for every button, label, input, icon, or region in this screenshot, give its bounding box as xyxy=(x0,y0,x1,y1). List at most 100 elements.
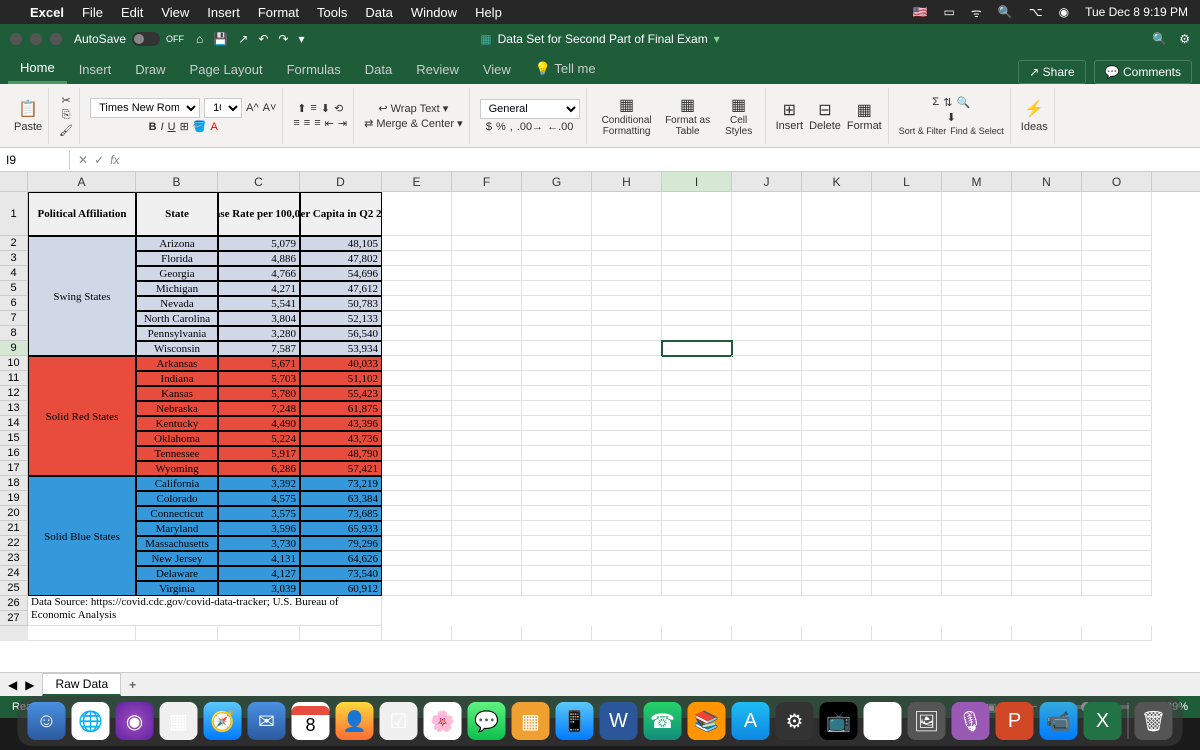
cell-G17[interactable] xyxy=(522,461,592,476)
cell-M10[interactable] xyxy=(942,356,1012,371)
cell-M16[interactable] xyxy=(942,446,1012,461)
col-header-B[interactable]: B xyxy=(136,172,218,191)
title-dropdown-icon[interactable]: ▾ xyxy=(714,32,720,46)
cell-N14[interactable] xyxy=(1012,416,1082,431)
cell-H18[interactable] xyxy=(592,476,662,491)
cell-M23[interactable] xyxy=(942,551,1012,566)
gdp-cell[interactable]: 60,912 xyxy=(300,581,382,596)
cell-M3[interactable] xyxy=(942,251,1012,266)
cell-I1[interactable] xyxy=(662,192,732,236)
cell-E17[interactable] xyxy=(382,461,452,476)
cell-O20[interactable] xyxy=(1082,506,1152,521)
cell-E11[interactable] xyxy=(382,371,452,386)
finder-icon[interactable]: ☺ xyxy=(28,702,66,740)
cell-H13[interactable] xyxy=(592,401,662,416)
cell-N9[interactable] xyxy=(1012,341,1082,356)
cell-F24[interactable] xyxy=(452,566,522,581)
font-size-select[interactable]: 10 xyxy=(204,98,242,118)
cell-N18[interactable] xyxy=(1012,476,1082,491)
col-header-D[interactable]: D xyxy=(300,172,382,191)
cell-E16[interactable] xyxy=(382,446,452,461)
cell-H17[interactable] xyxy=(592,461,662,476)
cell-F17[interactable] xyxy=(452,461,522,476)
cell-F20[interactable] xyxy=(452,506,522,521)
row-header-2[interactable]: 2 xyxy=(0,236,28,251)
cell-J3[interactable] xyxy=(732,251,802,266)
orientation-icon[interactable]: ⟲ xyxy=(334,102,343,115)
cell-O17[interactable] xyxy=(1082,461,1152,476)
cell-I24[interactable] xyxy=(662,566,732,581)
cell-D27[interactable] xyxy=(300,626,382,641)
menu-data[interactable]: Data xyxy=(365,5,392,20)
safari-icon[interactable]: 🧭 xyxy=(204,702,242,740)
cell-M7[interactable] xyxy=(942,311,1012,326)
cell-F2[interactable] xyxy=(452,236,522,251)
cell-O24[interactable] xyxy=(1082,566,1152,581)
cell-M14[interactable] xyxy=(942,416,1012,431)
row-header-11[interactable]: 11 xyxy=(0,371,28,386)
cell-K10[interactable] xyxy=(802,356,872,371)
sheet-tab-raw-data[interactable]: Raw Data xyxy=(42,673,121,696)
cell-I12[interactable] xyxy=(662,386,732,401)
cell-N27[interactable] xyxy=(1012,626,1082,641)
cell-N12[interactable] xyxy=(1012,386,1082,401)
cell-F22[interactable] xyxy=(452,536,522,551)
cell-F19[interactable] xyxy=(452,491,522,506)
cell-O14[interactable] xyxy=(1082,416,1152,431)
autosave-toggle[interactable] xyxy=(132,32,160,46)
row-header-5[interactable]: 5 xyxy=(0,281,28,296)
cell-F5[interactable] xyxy=(452,281,522,296)
cell-M20[interactable] xyxy=(942,506,1012,521)
cell-K16[interactable] xyxy=(802,446,872,461)
row-header-4[interactable]: 4 xyxy=(0,266,28,281)
cell-G12[interactable] xyxy=(522,386,592,401)
cell-G3[interactable] xyxy=(522,251,592,266)
cell-K18[interactable] xyxy=(802,476,872,491)
cell-E27[interactable] xyxy=(382,626,452,641)
currency-icon[interactable]: $ xyxy=(486,121,492,133)
word-icon[interactable]: W xyxy=(600,702,638,740)
cell-J17[interactable] xyxy=(732,461,802,476)
rate-cell[interactable]: 5,079 xyxy=(218,236,300,251)
align-center-icon[interactable]: ≡ xyxy=(304,117,310,129)
format-cells-icon[interactable]: ▦ xyxy=(847,100,882,120)
cell-G13[interactable] xyxy=(522,401,592,416)
cell-J8[interactable] xyxy=(732,326,802,341)
state-cell[interactable]: Pennsylvania xyxy=(136,326,218,341)
cell-C27[interactable] xyxy=(218,626,300,641)
row-header-22[interactable]: 22 xyxy=(0,536,28,551)
appletv-icon[interactable]: 📺 xyxy=(820,702,858,740)
cell-O22[interactable] xyxy=(1082,536,1152,551)
cell-G16[interactable] xyxy=(522,446,592,461)
cell-G27[interactable] xyxy=(522,626,592,641)
cell-O5[interactable] xyxy=(1082,281,1152,296)
cell-F23[interactable] xyxy=(452,551,522,566)
cell-N10[interactable] xyxy=(1012,356,1082,371)
cell-E14[interactable] xyxy=(382,416,452,431)
cell-J9[interactable] xyxy=(732,341,802,356)
cell-E1[interactable] xyxy=(382,192,452,236)
state-cell[interactable]: Massachusetts xyxy=(136,536,218,551)
format-as-table-icon[interactable]: ▦ xyxy=(663,95,713,115)
sheet-nav-next-icon[interactable]: ▶ xyxy=(25,678,34,692)
cell-O23[interactable] xyxy=(1082,551,1152,566)
cell-H5[interactable] xyxy=(592,281,662,296)
cell-H14[interactable] xyxy=(592,416,662,431)
cell-A27[interactable] xyxy=(28,626,136,641)
header-cell-A[interactable]: Political Affiliation xyxy=(28,192,136,236)
cell-N15[interactable] xyxy=(1012,431,1082,446)
gdp-cell[interactable]: 47,612 xyxy=(300,281,382,296)
fill-color-button[interactable]: 🪣 xyxy=(193,120,207,133)
comments-button[interactable]: 💬 Comments xyxy=(1094,60,1192,84)
rate-cell[interactable]: 7,587 xyxy=(218,341,300,356)
cell-F7[interactable] xyxy=(452,311,522,326)
cell-I6[interactable] xyxy=(662,296,732,311)
cell-K1[interactable] xyxy=(802,192,872,236)
gdp-cell[interactable]: 63,384 xyxy=(300,491,382,506)
rate-cell[interactable]: 5,671 xyxy=(218,356,300,371)
cell-J15[interactable] xyxy=(732,431,802,446)
cell-E23[interactable] xyxy=(382,551,452,566)
save-icon[interactable]: 💾 xyxy=(213,32,228,46)
gdp-cell[interactable]: 50,783 xyxy=(300,296,382,311)
cell-G19[interactable] xyxy=(522,491,592,506)
